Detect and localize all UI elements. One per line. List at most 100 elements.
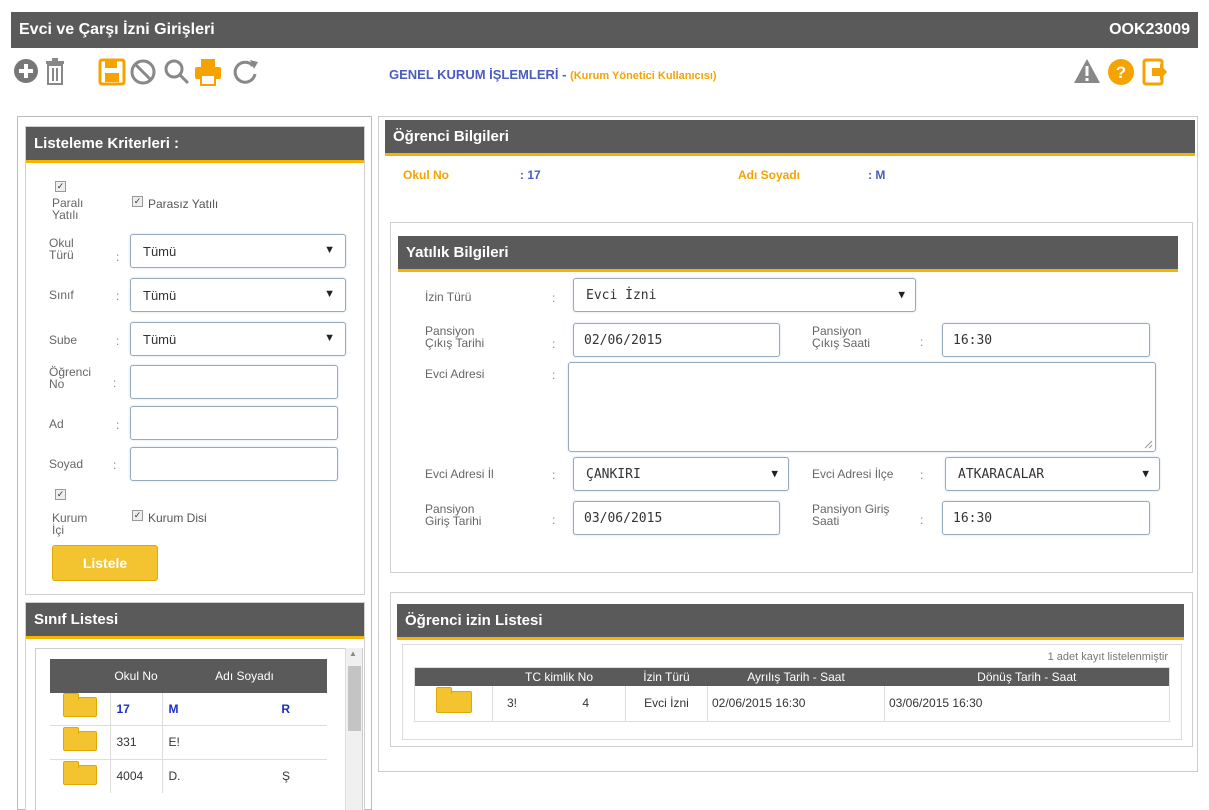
- colon: :: [116, 334, 120, 348]
- class-list-title: Sınıf Listesi: [34, 611, 119, 628]
- breadcrumb: GENEL KURUM İŞLEMLERİ - (Kurum Yönetici …: [389, 67, 717, 82]
- row-okul-no: 331: [110, 725, 163, 759]
- giris-tarihi-label: Pansiyon Giriş Tarihi: [425, 502, 482, 528]
- toolbar: GENEL KURUM İŞLEMLERİ - (Kurum Yönetici …: [11, 52, 1198, 100]
- print-icon[interactable]: [193, 58, 223, 86]
- yatilik-header: Yatılık Bilgileri: [398, 236, 1178, 272]
- folder-icon[interactable]: [62, 726, 97, 751]
- row-first-name: M: [168, 701, 179, 716]
- scroll-thumb[interactable]: [348, 666, 361, 731]
- resize-handle-icon[interactable]: [1143, 439, 1153, 449]
- okul-turu-select[interactable]: Tümü ▼: [130, 234, 346, 268]
- chevron-down-icon: ▼: [324, 244, 335, 256]
- user-role: (Kurum Yönetici Kullanıcısı): [570, 70, 717, 82]
- kurum-disi-label: Kurum Disi: [148, 511, 207, 525]
- exit-icon[interactable]: [1142, 58, 1168, 86]
- row-name: M R: [162, 693, 327, 725]
- title-bar: Evci ve Çarşı İzni Girişleri OOK23009: [11, 12, 1198, 48]
- colon: :: [113, 376, 117, 390]
- izin-list-title: Öğrenci izin Listesi: [405, 612, 543, 629]
- kurum-disi-checkbox[interactable]: ✓: [132, 510, 143, 521]
- parasiz-yatili-label: Parasız Yatılı: [148, 197, 219, 211]
- sinif-select[interactable]: Tümü ▼: [130, 278, 346, 312]
- evci-adresi-label: Evci Adresi: [425, 367, 485, 381]
- table-cell[interactable]: [414, 685, 493, 722]
- row-okul-no: 4004: [110, 759, 163, 793]
- table-cell[interactable]: [50, 693, 111, 725]
- class-list-scrollbar[interactable]: ▲: [345, 648, 362, 810]
- cikis-saati-input[interactable]: 16:30: [942, 323, 1150, 357]
- colon: :: [920, 468, 924, 482]
- okul-no-value: : 17: [520, 168, 541, 182]
- colon: :: [552, 468, 556, 482]
- cancel-icon[interactable]: [129, 58, 157, 86]
- col-tc-header: TC kimlik No: [492, 667, 626, 686]
- kurum-ici-checkbox[interactable]: ✓: [55, 489, 66, 500]
- chevron-down-icon: ▼: [771, 467, 778, 480]
- svg-text:?: ?: [1116, 63, 1126, 82]
- search-icon[interactable]: [163, 58, 191, 86]
- parali-yatili-label: Paralı Yatılı: [52, 196, 84, 222]
- row-tc-part-a: 3!: [507, 696, 518, 711]
- delete-icon[interactable]: [43, 58, 67, 86]
- parali-yatili-checkbox[interactable]: ✓: [55, 181, 66, 192]
- table-row[interactable]: 4004 D. Ş: [50, 759, 327, 793]
- cikis-saati-label: Pansiyon Çıkış Saati: [812, 324, 871, 350]
- colon: :: [116, 289, 120, 303]
- cikis-tarihi-input[interactable]: 02/06/2015: [573, 323, 780, 357]
- il-value: ÇANKIRI: [586, 466, 641, 482]
- table-row[interactable]: 17 M R: [50, 693, 327, 725]
- table-row[interactable]: 3! 4 Evci İzni 02/06/2015 16:30 03/06/20…: [414, 685, 1170, 722]
- col-okul-no-header: Okul No: [110, 659, 162, 693]
- izin-list-header: Öğrenci izin Listesi: [397, 604, 1184, 640]
- sube-select[interactable]: Tümü ▼: [130, 322, 346, 356]
- okul-turu-value: Tümü: [143, 243, 177, 259]
- criteria-header: Listeleme Kriterleri :: [26, 127, 364, 163]
- colon: :: [552, 368, 556, 382]
- colon: :: [116, 250, 120, 264]
- table-cell[interactable]: [50, 725, 111, 759]
- row-surname: R: [281, 701, 290, 716]
- adi-soyadi-value: : M: [868, 168, 886, 182]
- adi-soyadi-label: Adı Soyadı: [738, 168, 801, 182]
- student-header: Öğrenci Bilgileri: [385, 120, 1195, 156]
- giris-tarihi-input[interactable]: 03/06/2015: [573, 501, 780, 535]
- soyad-input[interactable]: [130, 447, 338, 481]
- warning-icon[interactable]: [1073, 58, 1101, 84]
- table-cell[interactable]: [50, 759, 111, 793]
- chevron-down-icon: ▼: [1142, 467, 1149, 480]
- folder-icon[interactable]: [62, 693, 97, 718]
- colon: :: [920, 513, 924, 527]
- evci-adresi-textarea[interactable]: [568, 362, 1156, 452]
- listele-button[interactable]: Listele: [52, 545, 158, 581]
- folder-icon[interactable]: [435, 686, 472, 713]
- ad-input[interactable]: [130, 406, 338, 440]
- ad-label: Ad: [49, 417, 64, 431]
- giris-saati-label: Pansiyon Giriş Saati: [812, 502, 890, 528]
- refresh-icon[interactable]: [231, 58, 259, 86]
- row-donus: 03/06/2015 16:30: [889, 696, 983, 711]
- colon: :: [552, 337, 556, 351]
- ilce-select[interactable]: ATKARACALAR ▼: [945, 457, 1160, 491]
- row-name: E!: [162, 725, 327, 759]
- row-first-name: E!: [168, 735, 180, 749]
- giris-saati-input[interactable]: 16:30: [942, 501, 1150, 535]
- save-icon[interactable]: [98, 58, 126, 86]
- scroll-up-icon[interactable]: ▲: [349, 649, 357, 658]
- kurum-ici-label: Kurum İçi: [52, 511, 88, 537]
- help-icon[interactable]: ?: [1107, 58, 1135, 86]
- add-icon[interactable]: [13, 58, 39, 84]
- col-ayrilis-header: Ayrılış Tarih - Saat: [707, 667, 885, 686]
- parasiz-yatili-checkbox[interactable]: ✓: [132, 196, 143, 207]
- class-list-table: Okul No Adı Soyadı 17 M R 331 E! 4004 D.…: [50, 659, 327, 793]
- okul-no-label: Okul No: [403, 168, 450, 182]
- table-row[interactable]: 331 E!: [50, 725, 327, 759]
- module-name[interactable]: GENEL KURUM İŞLEMLERİ -: [389, 67, 566, 82]
- folder-icon[interactable]: [62, 760, 97, 785]
- il-select[interactable]: ÇANKIRI ▼: [573, 457, 789, 491]
- row-tc-part-b: 4: [582, 696, 590, 711]
- soyad-label: Soyad: [49, 457, 84, 471]
- izin-turu-select[interactable]: Evci İzni ▼: [573, 278, 916, 312]
- ogrenci-no-input[interactable]: [130, 365, 338, 399]
- colon: :: [552, 513, 556, 527]
